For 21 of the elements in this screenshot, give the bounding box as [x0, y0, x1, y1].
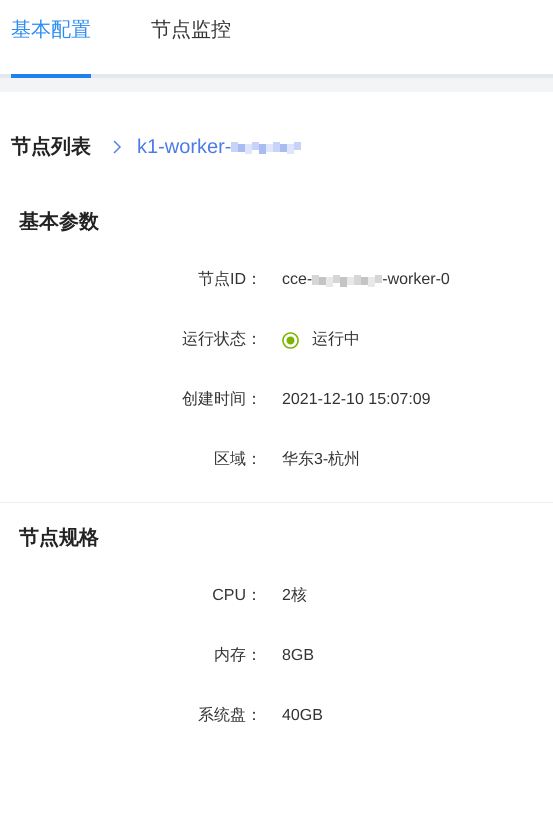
field-label: 内存：: [213, 646, 262, 666]
field-label: 节点ID：: [197, 270, 262, 290]
field-label: 运行状态：: [181, 330, 262, 350]
field-label: 区域：: [213, 450, 262, 470]
field-label: 系统盘：: [197, 706, 262, 726]
tab[interactable]: 节点监控: [151, 0, 231, 78]
field-value: 2021-12-10 15:07:09: [282, 390, 431, 410]
field-value: -worker-0: [382, 270, 450, 290]
field-value: 运行中: [312, 330, 360, 350]
chevron-right-icon: [112, 139, 122, 155]
field-value: 40GB: [282, 706, 323, 726]
field-value: 2核: [282, 586, 307, 606]
field-label: CPU：: [211, 586, 262, 606]
breadcrumb-root[interactable]: 节点列表: [11, 132, 91, 162]
breadcrumb-current: k1-worker-: [137, 135, 232, 160]
section-title: 节点规格: [18, 526, 100, 551]
field-value: 8GB: [282, 646, 314, 666]
field-value: 华东3-杭州: [282, 450, 360, 470]
field-value: cce-: [282, 270, 312, 290]
section-title: 基本参数: [18, 210, 100, 235]
field-label: 创建时间：: [181, 390, 262, 410]
